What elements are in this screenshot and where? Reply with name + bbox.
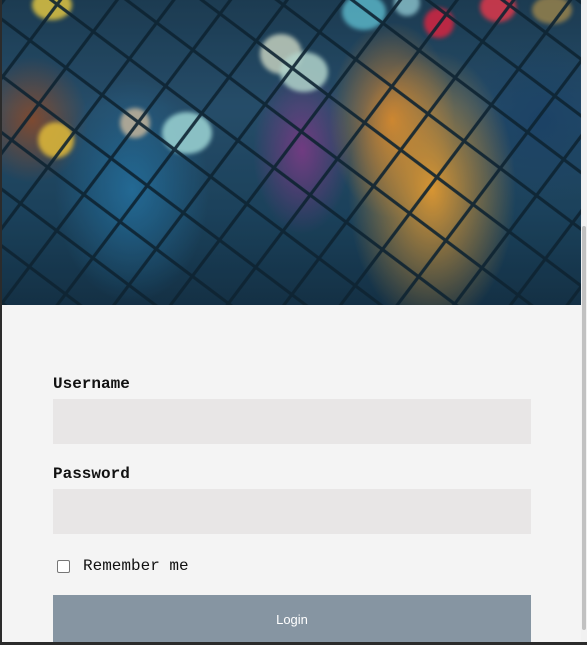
login-button[interactable]: Login <box>53 595 531 642</box>
remember-me-checkbox[interactable] <box>57 559 70 573</box>
login-page: Username Password Remember me Login <box>2 0 581 642</box>
scrollbar-thumb[interactable] <box>582 226 586 630</box>
scrollbar[interactable] <box>581 0 587 645</box>
remember-me-label: Remember me <box>83 557 189 575</box>
remember-me-row[interactable]: Remember me <box>53 557 189 575</box>
password-input[interactable] <box>53 489 531 534</box>
username-label: Username <box>53 375 130 393</box>
hero-image <box>2 0 581 305</box>
fence-pattern <box>2 0 581 305</box>
password-label: Password <box>53 465 130 483</box>
username-input[interactable] <box>53 399 531 444</box>
